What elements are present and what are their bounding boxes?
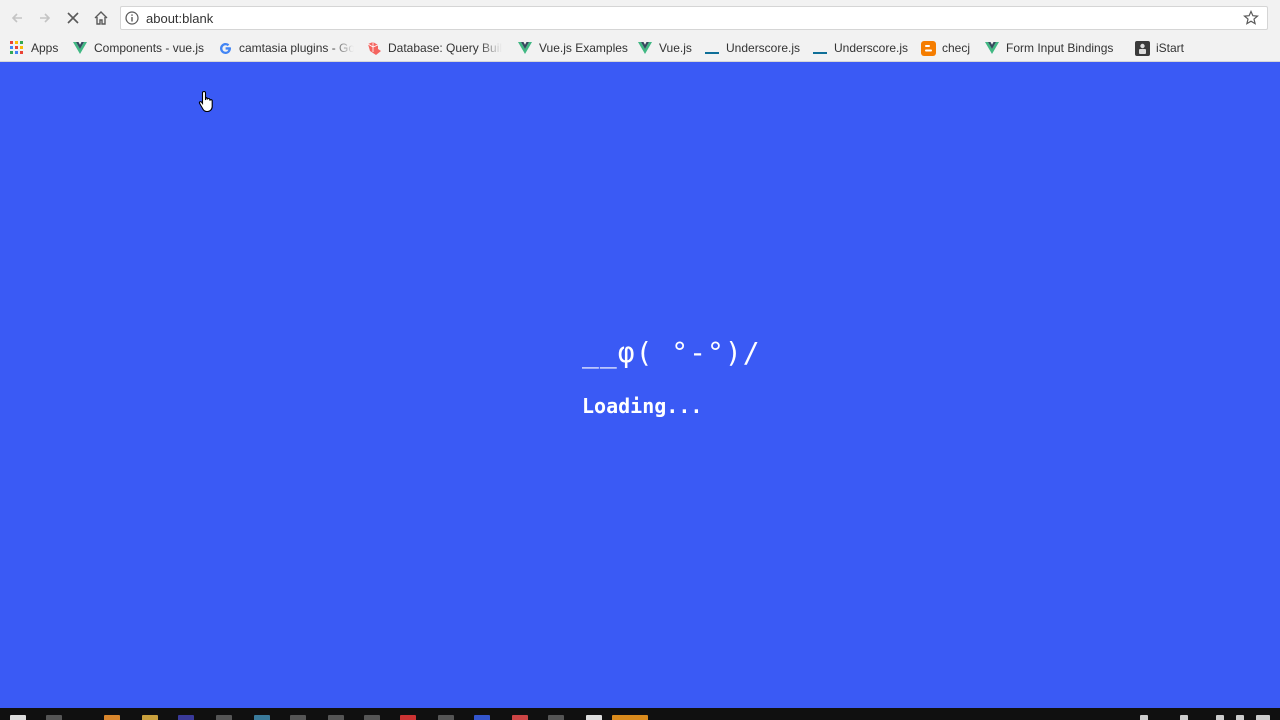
taskbar-app-icon[interactable] [586,715,602,720]
taskbar-app-icon[interactable] [474,715,490,720]
back-button[interactable] [7,8,27,28]
windows-taskbar [0,708,1280,720]
taskbar-app-icon[interactable] [364,715,380,720]
taskbar-app-icon[interactable] [290,715,306,720]
underscore-icon [704,40,720,56]
forward-button[interactable] [35,8,55,28]
tray-icon[interactable] [1216,715,1224,720]
bookmark-components-vuejs[interactable]: Components - vue.js [72,39,204,57]
bookmark-form-input-bindings[interactable]: Form Input Bindings [984,39,1113,57]
bookmark-label: Components - vue.js [94,41,205,55]
taskbar-app-icon[interactable] [216,715,232,720]
bookmark-label: Underscore.js [834,41,909,55]
bookmark-underscorejs-2[interactable]: Underscore.js [812,39,908,57]
taskbar-app-icon[interactable] [400,715,416,720]
url-text[interactable]: about:blank [146,11,213,26]
home-button[interactable] [91,8,111,28]
bookmark-label: Vue.js Examples [539,41,628,55]
bookmark-label: iStart [1156,41,1185,55]
bookmark-label: checj [942,41,971,55]
stop-button[interactable] [63,8,83,28]
info-icon[interactable] [125,11,139,25]
taskbar-app-icon[interactable] [178,715,194,720]
bookmark-vuejs-examples[interactable]: Vue.js Examples [517,39,628,57]
vue-logo-icon [517,40,533,56]
bookmark-label: Underscore.js [726,41,801,55]
home-icon [94,11,108,25]
bookmark-underscorejs-1[interactable]: Underscore.js [704,39,800,57]
taskbar-app-active[interactable] [612,715,648,720]
loading-kaomoji: __φ( °-°)/ [582,336,761,369]
tray-icon[interactable] [1236,715,1244,720]
vue-logo-icon [637,40,653,56]
stop-loading-icon [67,12,79,24]
bookmark-apps[interactable]: Apps [9,39,58,57]
taskbar-app-icon[interactable] [142,715,158,720]
tray-icon[interactable] [1180,715,1188,720]
bookmark-database-query-builder[interactable]: Database: Query Buil [366,39,503,57]
forward-arrow-icon [40,13,51,23]
hand-pointer-cursor-icon [198,90,213,112]
bookmark-label: Form Input Bindings [1006,41,1114,55]
bookmark-star-icon[interactable] [1243,10,1259,26]
bookmark-label: camtasia plugins - Go [239,41,354,55]
istart-icon [1134,40,1150,56]
taskbar-app-icon[interactable] [512,715,528,720]
bookmark-camtasia-plugins[interactable]: camtasia plugins - Go [217,39,354,57]
loading-text: Loading... [582,394,703,418]
bookmarks-bar: Apps Components - vue.js camtasia plugin… [0,36,1280,62]
bookmark-checj[interactable]: checj [920,39,970,57]
start-button[interactable] [10,715,26,720]
bookmark-label: Database: Query Buil [388,41,503,55]
underscore-icon [812,40,828,56]
taskbar-app-icon[interactable] [328,715,344,720]
address-bar[interactable]: about:blank [120,6,1268,30]
bookmark-istart[interactable]: iStart [1134,39,1184,57]
browser-toolbar: about:blank [0,0,1280,36]
taskbar-app-icon[interactable] [254,715,270,720]
page-content: __φ( °-°)/ Loading... [0,62,1280,708]
bookmark-vuejs[interactable]: Vue.js [637,39,692,57]
laravel-logo-icon [366,40,382,56]
blogger-icon [920,40,936,56]
vue-logo-icon [72,40,88,56]
apps-grid-icon [9,40,25,56]
bookmark-label: Apps [31,41,59,55]
taskbar-app-icon[interactable] [104,715,120,720]
taskbar-app-icon[interactable] [548,715,564,720]
tray-icon[interactable] [1140,715,1148,720]
vue-logo-icon [984,40,1000,56]
taskbar-app-icon[interactable] [438,715,454,720]
search-taskbar-icon[interactable] [46,715,62,720]
bookmark-label: Vue.js [659,41,692,55]
back-arrow-icon [11,13,22,23]
google-logo-icon [217,40,233,56]
clock[interactable] [1256,715,1270,720]
